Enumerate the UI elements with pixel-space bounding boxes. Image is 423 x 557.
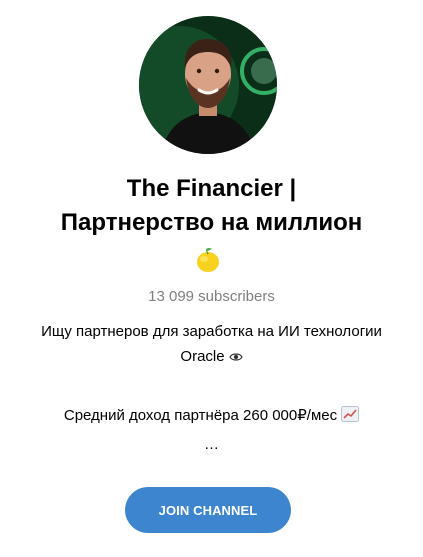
description-line-1: Ищу партнеров для заработка на ИИ технол… [41,323,382,340]
channel-title: The Financier | Партнерство на миллион [0,172,423,240]
channel-title-line-1: The Financier | [126,175,297,202]
description-line-2: Oracle [0,346,423,370]
chart-increasing-icon [341,406,360,429]
eye-icon [228,348,243,370]
lemon-icon [193,245,223,275]
avatar-photo [139,16,277,154]
description-line-3: Средний доход партнёра 260 000₽/мес [0,405,423,429]
description-ellipsis: … [204,436,219,453]
description-line-2-text: Oracle [180,348,225,365]
subscriber-count: 13 099 subscribers [148,288,275,305]
description-line-3-text: Средний доход партнёра 260 000₽/мес [63,407,338,424]
channel-title-line-2: Партнерство на миллион [60,209,363,236]
channel-avatar [139,16,277,154]
join-channel-button[interactable]: JOIN CHANNEL [125,487,291,533]
